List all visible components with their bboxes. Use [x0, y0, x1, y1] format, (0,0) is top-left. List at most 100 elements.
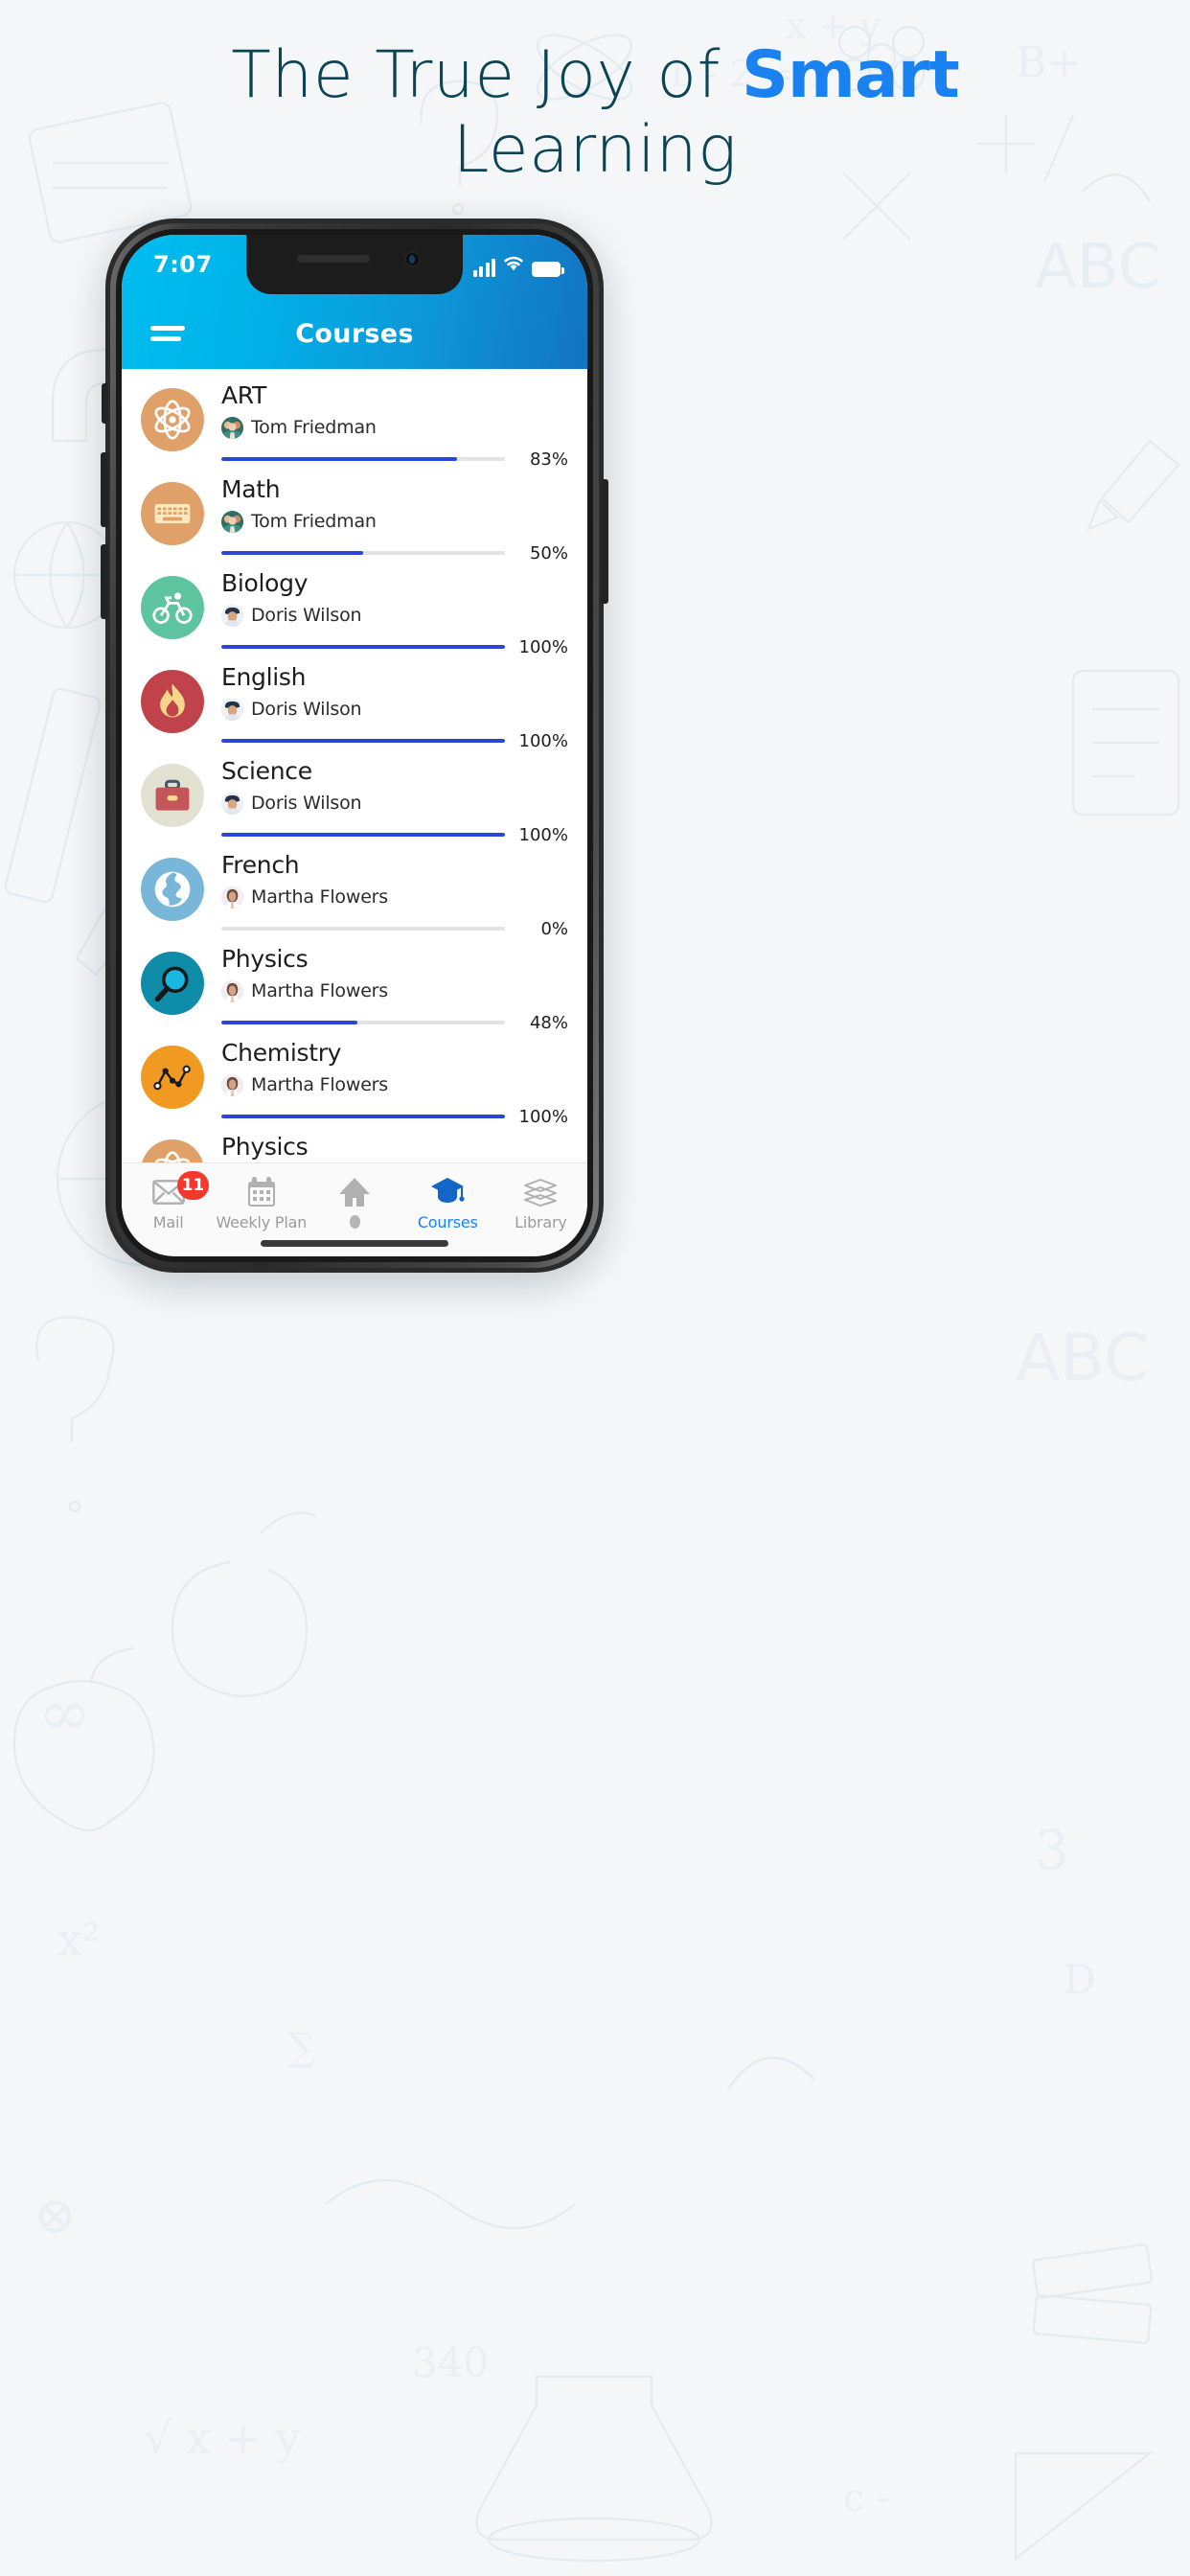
avatar	[221, 886, 243, 908]
svg-text:c -: c -	[843, 2476, 890, 2520]
home-icon	[308, 1175, 400, 1209]
svg-text:⊗: ⊗	[34, 2185, 77, 2245]
home-indicator-bar[interactable]	[261, 1240, 448, 1247]
avatar	[221, 979, 243, 1002]
mail-icon: 11	[122, 1171, 215, 1209]
briefcase-icon-badge	[141, 764, 204, 827]
progress-track	[221, 833, 505, 837]
course-teacher: Doris Wilson	[221, 604, 568, 627]
power-button[interactable]	[601, 479, 608, 604]
status-bar-time: 7:07	[153, 251, 213, 278]
course-row[interactable]: Physics Martha Flowers 48%	[122, 936, 587, 1033]
wifi-icon	[502, 254, 525, 277]
headline-line-2: Learning	[452, 111, 738, 188]
course-title: French	[221, 851, 300, 879]
volume-up-button[interactable]	[101, 452, 108, 527]
course-row[interactable]: English Doris Wilson 100%	[122, 655, 587, 751]
progress-fill	[221, 833, 505, 837]
tab-weekly-plan[interactable]: Weekly Plan	[215, 1175, 308, 1231]
course-teacher: Tom Friedman	[221, 510, 568, 533]
earpiece-speaker	[297, 255, 370, 263]
course-title: Science	[221, 757, 312, 785]
course-list[interactable]: ART Tom Friedman 83% Math Tom Friedman 5…	[122, 369, 587, 1162]
tab-label: Weekly Plan	[216, 1213, 308, 1231]
tab-courses[interactable]: Courses	[401, 1175, 494, 1231]
silence-switch-button[interactable]	[102, 383, 108, 424]
teacher-name: Doris Wilson	[251, 793, 362, 814]
svg-text:√ x + y: √ x + y	[144, 2412, 301, 2464]
battery-full-icon	[532, 262, 564, 277]
avatar	[221, 510, 243, 533]
svg-text:∞: ∞	[38, 1676, 91, 1750]
globe-icon-badge	[141, 858, 204, 921]
tab-library[interactable]: Library	[494, 1175, 587, 1231]
teacher-name: Martha Flowers	[251, 1074, 388, 1095]
mail-badge: 11	[176, 1171, 210, 1200]
progress-track	[221, 645, 505, 649]
home-indicator-dot	[349, 1215, 360, 1229]
course-row[interactable]: Physics Doris Wilson 100%	[122, 1124, 587, 1162]
tab-home[interactable]	[308, 1175, 400, 1232]
teacher-name: Doris Wilson	[251, 605, 362, 626]
svg-text:∑: ∑	[287, 2026, 315, 2070]
svg-text:ABC: ABC	[1035, 232, 1160, 303]
tab-mail[interactable]: 11 Mail	[122, 1171, 215, 1231]
progress-track	[221, 1115, 505, 1118]
progress-track	[221, 457, 505, 461]
magnifier-icon-badge	[141, 952, 204, 1015]
course-row[interactable]: Biology Doris Wilson 100%	[122, 561, 587, 657]
svg-text:ABC: ABC	[1016, 1321, 1149, 1396]
course-teacher: Doris Wilson	[221, 792, 568, 815]
course-row[interactable]: French Martha Flowers 0%	[122, 842, 587, 939]
course-title: Chemistry	[221, 1039, 342, 1067]
course-teacher: Tom Friedman	[221, 416, 568, 439]
teacher-name: Martha Flowers	[251, 886, 388, 908]
avatar	[221, 698, 243, 721]
progress-fill	[221, 551, 363, 555]
progress-track	[221, 551, 505, 555]
phone-notch	[246, 235, 463, 294]
teacher-name: Tom Friedman	[251, 417, 377, 438]
phone-screen: 7:07 Courses ART Tom Friedman 83% Math T…	[122, 235, 587, 1256]
headline-text-part-1: The True Joy of	[231, 37, 743, 113]
phone-mockup: 7:07 Courses ART Tom Friedman 83% Math T…	[101, 218, 608, 1273]
app-nav-row: Courses	[122, 298, 587, 369]
tab-label: Courses	[417, 1213, 478, 1231]
front-camera-icon	[404, 251, 421, 267]
svg-text:340: 340	[412, 2339, 489, 2386]
svg-text:3: 3	[1035, 1820, 1069, 1882]
keyboard-icon-badge	[141, 482, 204, 545]
bicycle-icon-badge	[141, 576, 204, 639]
avatar	[221, 416, 243, 439]
atom-icon-badge	[141, 1139, 204, 1162]
app-header: 7:07 Courses	[122, 235, 587, 369]
course-title: Physics	[221, 1133, 309, 1161]
course-title: Math	[221, 475, 281, 503]
course-teacher: Martha Flowers	[221, 1073, 568, 1096]
progress-track	[221, 1021, 505, 1024]
progress-fill	[221, 1115, 505, 1118]
status-bar-icons	[472, 254, 564, 277]
avatar	[221, 792, 243, 815]
signal-bars-icon	[472, 259, 495, 277]
course-row[interactable]: Science Doris Wilson 100%	[122, 748, 587, 845]
teacher-name: Martha Flowers	[251, 980, 388, 1001]
course-row[interactable]: Chemistry Martha Flowers 100%	[122, 1030, 587, 1127]
progress-fill	[221, 1021, 358, 1024]
books-icon	[494, 1175, 587, 1209]
calendar-icon	[215, 1175, 308, 1209]
tab-label: Mail	[152, 1213, 184, 1231]
avatar	[221, 604, 243, 627]
course-title: ART	[221, 381, 267, 409]
volume-down-button[interactable]	[101, 544, 108, 619]
atom-icon-badge	[141, 388, 204, 451]
headline-line-1: The True Joy of Smart	[0, 38, 1190, 113]
course-teacher: Martha Flowers	[221, 886, 568, 908]
page-headline: The True Joy of Smart Learning	[0, 38, 1190, 187]
course-teacher: Doris Wilson	[221, 698, 568, 721]
course-row[interactable]: Math Tom Friedman 50%	[122, 467, 587, 564]
teacher-name: Tom Friedman	[251, 511, 377, 532]
course-row[interactable]: ART Tom Friedman 83%	[122, 373, 587, 470]
progress-fill	[221, 457, 457, 461]
avatar	[221, 1073, 243, 1096]
